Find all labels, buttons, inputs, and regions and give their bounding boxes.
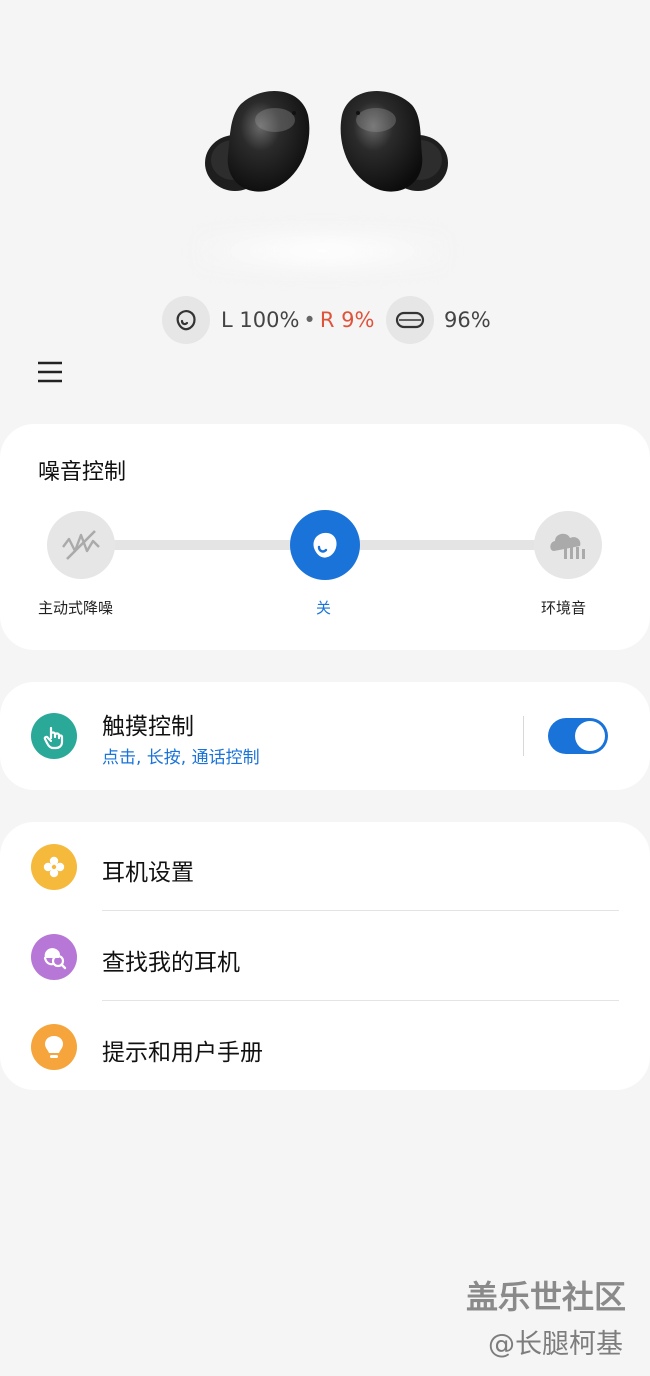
battery-separator: •	[303, 308, 316, 332]
lightbulb-icon	[31, 1024, 77, 1070]
case-battery-icon	[386, 296, 434, 344]
list-item-tips-manual[interactable]	[0, 1002, 650, 1090]
off-option[interactable]	[290, 510, 360, 580]
list-item-earbud-settings[interactable]	[0, 822, 650, 910]
tips-manual-label: 提示和用户手册	[102, 1040, 263, 1066]
list-item-find-earbuds[interactable]	[0, 912, 650, 1000]
ambient-option[interactable]	[534, 511, 602, 579]
hamburger-menu-icon[interactable]	[34, 356, 66, 388]
battery-levels: L 100% • R 9%	[221, 306, 374, 334]
earbud-settings-label: 耳机设置	[102, 860, 194, 886]
off-label[interactable]: 关	[316, 597, 331, 618]
blurred-device-name	[195, 225, 450, 277]
find-earbuds-label: 查找我的耳机	[102, 950, 240, 976]
ambient-label[interactable]: 环境音	[541, 597, 586, 618]
touch-control-title: 触摸控制	[102, 714, 194, 740]
list-divider	[102, 1000, 619, 1001]
toggle-knob	[575, 721, 605, 751]
settings-flower-icon	[31, 844, 77, 890]
watermark-community: 盖乐世社区	[466, 1278, 627, 1316]
earbud-icon	[313, 532, 337, 558]
list-divider	[102, 910, 619, 911]
case-battery-label: 96%	[444, 308, 491, 332]
anc-icon	[62, 530, 100, 560]
anc-option[interactable]	[47, 511, 115, 579]
touch-control-toggle[interactable]	[548, 718, 608, 754]
earbuds-image	[205, 91, 448, 192]
left-battery-label: L 100%	[221, 308, 300, 332]
noise-control-title: 噪音控制	[38, 460, 127, 485]
right-battery-label: R 9%	[319, 308, 375, 332]
touch-hand-icon	[31, 713, 77, 759]
ambient-sound-icon	[550, 533, 585, 559]
find-earbuds-icon	[31, 934, 77, 980]
vertical-divider	[523, 716, 524, 756]
watermark-author: @长腿柯基	[488, 1329, 623, 1360]
earbud-battery-icon	[162, 296, 210, 344]
anc-label[interactable]: 主动式降噪	[38, 597, 113, 618]
touch-control-subtitle: 点击, 长按, 通话控制	[102, 748, 260, 768]
